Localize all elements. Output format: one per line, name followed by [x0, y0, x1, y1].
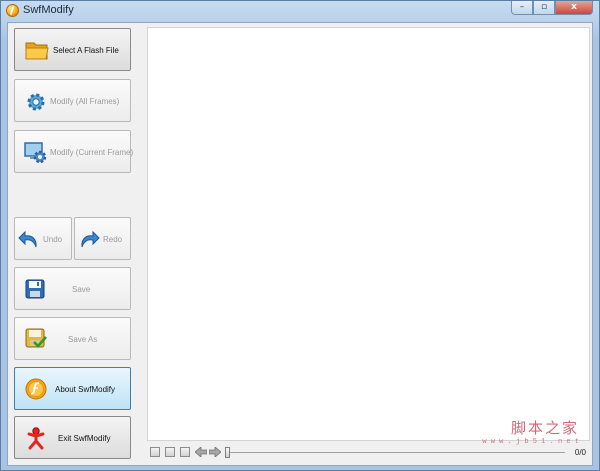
undo-button[interactable]: Undo [14, 217, 72, 260]
select-flash-file-button[interactable]: Select A Flash File [14, 28, 131, 71]
next-frame-icon[interactable] [209, 447, 221, 457]
frame-counter: 0/0 [574, 448, 586, 457]
monitor-gear-icon [24, 142, 47, 164]
save-button[interactable]: Save [14, 267, 131, 310]
watermark-main: 脚本之家 [510, 419, 579, 437]
site-watermark: 脚本之家 w w w . j b 5 1 . n e t [482, 417, 579, 446]
redo-button[interactable]: Redo [74, 217, 131, 260]
app-flash-icon [6, 4, 19, 17]
previous-frame-icon[interactable] [195, 447, 207, 457]
app-window: SwfModify – ▫ x Select A Flash File Modi… [0, 0, 600, 471]
modify-all-frames-button[interactable]: Modify (All Frames) [14, 79, 131, 122]
folder-icon [25, 42, 49, 60]
frame-slider-track[interactable] [225, 452, 565, 453]
client-area: Select A Flash File Modify (All Frames) … [7, 22, 593, 466]
watermark-sub: w w w . j b 5 1 . n e t [482, 438, 579, 446]
about-button[interactable]: About SwfModify [14, 367, 131, 410]
about-label: About SwfModify [55, 385, 116, 394]
play-button[interactable] [180, 447, 190, 457]
floppy-disk-icon [25, 279, 45, 299]
modify-all-frames-label: Modify (All Frames) [50, 97, 120, 106]
modify-current-frame-label: Modify (Current Frame) [50, 148, 134, 157]
select-flash-file-label: Select A Flash File [53, 46, 119, 55]
redo-label: Redo [103, 235, 123, 244]
rewind-button[interactable] [150, 447, 160, 457]
maximize-button[interactable]: ▫ [533, 1, 555, 15]
frame-slider-thumb[interactable] [225, 447, 230, 458]
undo-arrow-icon [18, 230, 37, 248]
redo-arrow-icon [81, 230, 100, 248]
floppy-disk-check-icon [25, 328, 47, 348]
save-label: Save [72, 285, 91, 294]
exit-label: Exit SwfModify [58, 434, 111, 443]
undo-label: Undo [43, 235, 63, 244]
flash-logo-icon [25, 378, 47, 400]
stop-button[interactable] [165, 447, 175, 457]
flash-preview-area[interactable] [147, 27, 590, 441]
window-controls: – ▫ x [511, 1, 593, 17]
save-as-label: Save As [68, 335, 98, 344]
save-as-button[interactable]: Save As [14, 317, 131, 360]
gear-icon [27, 93, 45, 111]
exit-button[interactable]: Exit SwfModify [14, 416, 131, 459]
title-bar[interactable]: SwfModify – ▫ x [1, 1, 599, 21]
close-button[interactable]: x [555, 1, 593, 15]
playback-bar: 0/0 [147, 443, 590, 463]
minimize-button[interactable]: – [511, 1, 533, 15]
running-person-icon [27, 427, 45, 450]
window-title: SwfModify [23, 4, 74, 16]
modify-current-frame-button[interactable]: Modify (Current Frame) [14, 130, 134, 173]
